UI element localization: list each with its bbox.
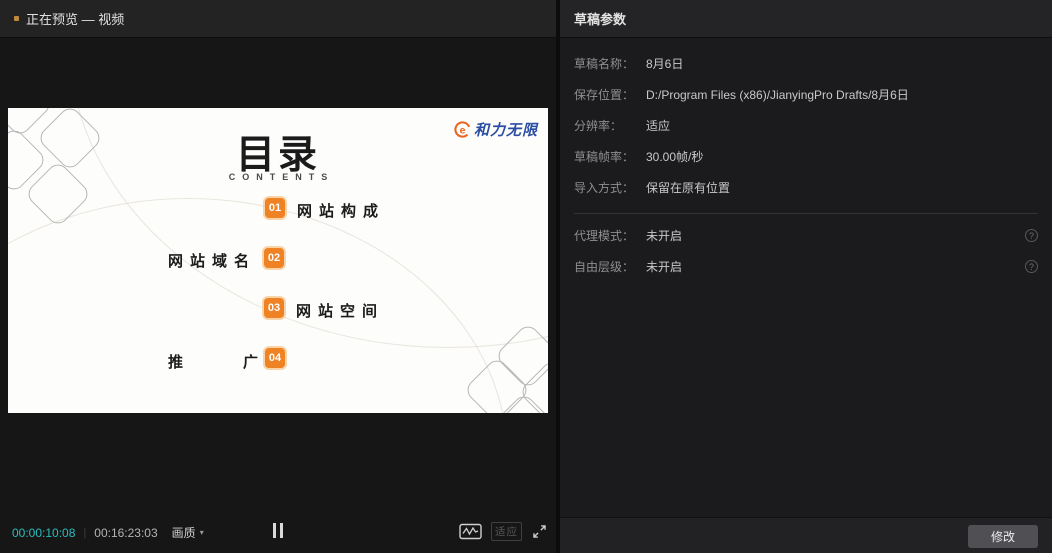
quality-label: 画质: [171, 526, 196, 540]
field-value: 30.00帧/秒: [646, 150, 704, 164]
field-label: 导入方式：: [574, 181, 635, 195]
field-label: 草稿帧率：: [574, 150, 635, 164]
fullscreen-icon[interactable]: [531, 523, 548, 540]
field-label: 代理模式：: [574, 229, 635, 243]
field-value: 适应: [646, 119, 671, 133]
player-bar: 00:00:10:08 | 00:16:23:03 画质 ▾ 适应: [0, 511, 556, 553]
fit-scale-button[interactable]: 适应: [491, 522, 522, 541]
help-icon[interactable]: ?: [1025, 229, 1038, 242]
total-timecode: 00:16:23:03: [94, 525, 158, 540]
modify-button[interactable]: 修改: [968, 525, 1038, 548]
field-label: 分辨率：: [574, 119, 623, 133]
field-frame-rate: 草稿帧率： 30.00帧/秒: [560, 141, 1052, 172]
section-divider: [574, 213, 1038, 214]
pause-button[interactable]: [273, 523, 283, 538]
field-resolution: 分辨率： 适应: [560, 110, 1052, 141]
params-title: 草稿参数: [574, 12, 627, 27]
toc-item-label: 网站域名: [168, 253, 257, 270]
chevron-down-icon: ▾: [199, 528, 204, 537]
field-label: 草稿名称：: [574, 57, 635, 71]
svg-text:e: e: [460, 125, 466, 136]
field-label: 自由层级：: [574, 260, 635, 274]
field-value: 未开启: [646, 260, 683, 274]
preview-panel: 正在预览 — 视频 目录 CONTENTS e 和力无限 01 网站构成 网站域…: [0, 0, 556, 553]
quality-dropdown[interactable]: 画质 ▾: [172, 524, 204, 541]
waveform-preview-icon[interactable]: [459, 523, 482, 540]
field-proxy-mode: 代理模式： 未开启 ?: [560, 220, 1052, 251]
preview-title: 正在预览 — 视频: [26, 12, 125, 27]
field-label: 保存位置：: [574, 88, 635, 102]
field-save-location: 保存位置： D:/Program Files (x86)/JianyingPro…: [560, 79, 1052, 110]
draft-params-panel: 草稿参数 草稿名称： 8月6日 保存位置： D:/Program Files (…: [560, 0, 1052, 553]
field-free-layer: 自由层级： 未开启 ?: [560, 251, 1052, 282]
current-timecode: 00:00:10:08: [12, 525, 76, 540]
toc-item-label: 推广: [168, 354, 319, 371]
toc-badge-03: 03: [262, 296, 286, 320]
slide-subtitle: CONTENTS: [228, 172, 335, 182]
toc-item-label: 网站空间: [296, 303, 385, 320]
field-import-mode: 导入方式： 保留在原有位置: [560, 172, 1052, 203]
preview-header: 正在预览 — 视频: [0, 0, 556, 38]
params-footer: 修改: [560, 517, 1052, 553]
help-icon[interactable]: ?: [1025, 260, 1038, 273]
field-value: 8月6日: [646, 57, 684, 71]
logo-text: 和力无限: [473, 121, 538, 139]
field-value: 未开启: [646, 229, 683, 243]
field-draft-name: 草稿名称： 8月6日: [560, 48, 1052, 79]
timecode-separator: |: [83, 526, 87, 539]
params-header: 草稿参数: [560, 0, 1052, 38]
field-value: 保留在原有位置: [646, 181, 731, 195]
recording-dot-icon: [14, 16, 19, 21]
field-value: D:/Program Files (x86)/JianyingPro Draft…: [646, 88, 909, 102]
toc-badge-04: 04: [263, 346, 287, 370]
logo-swirl-icon: e: [454, 121, 471, 138]
video-preview[interactable]: 目录 CONTENTS e 和力无限 01 网站构成 网站域名 02 03 网站…: [8, 108, 548, 413]
toc-badge-01: 01: [263, 196, 287, 220]
toc-badge-02: 02: [262, 246, 286, 270]
toc-item-label: 网站构成: [297, 203, 386, 220]
brand-logo: e 和力无限: [453, 119, 538, 140]
